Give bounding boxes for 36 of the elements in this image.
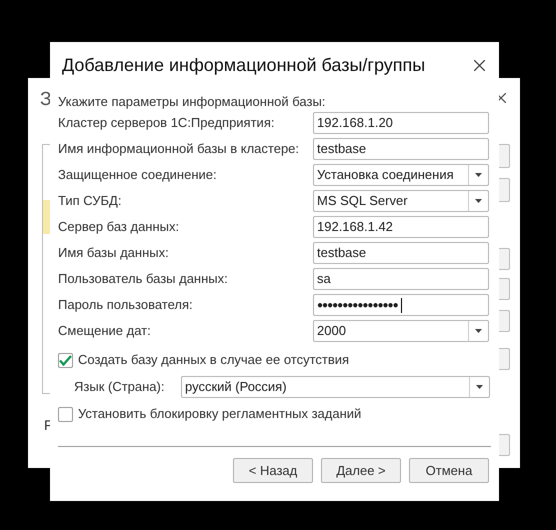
field-label: Пароль пользователя: [58, 296, 193, 314]
window-title: З [40, 88, 52, 112]
dropdown-caret-icon [475, 199, 482, 203]
dropdown-caret-icon [475, 329, 482, 333]
text-field[interactable]: testbase [313, 242, 489, 264]
dialog-title: Добавление информационной базы/группы [62, 54, 426, 77]
dropdown-caret-icon [475, 173, 482, 177]
dialog-button[interactable]: Отмена [409, 458, 489, 483]
field-label: Пользователь базы данных: [58, 270, 228, 288]
checkbox-label: Создать базу данных в случае ее отсутствия [78, 351, 350, 370]
checkbox[interactable] [58, 406, 73, 422]
field-label: Имя базы данных: [58, 244, 169, 262]
field-label: Сервер баз данных: [58, 218, 180, 236]
dropdown-field[interactable]: русский (Россия) [181, 376, 490, 398]
dropdown-field[interactable]: MS SQL Server [313, 190, 489, 212]
text-field[interactable]: 192.168.1.20 [313, 112, 489, 134]
field-label: Тип СУБД: [58, 192, 122, 210]
checkbox-label: Установить блокировку регламентных заданий [78, 405, 362, 424]
dropdown-caret-icon [476, 385, 483, 389]
checkmark-icon [59, 354, 72, 366]
field-label: Защищенное соединение: [58, 166, 217, 184]
dialog-button[interactable]: Далее > [321, 458, 401, 483]
dropdown-field[interactable]: Установка соединения [313, 164, 489, 186]
close-icon[interactable] [474, 60, 485, 70]
text-field[interactable]: sa [313, 268, 489, 290]
field-label: Имя информационной базы в кластере: [58, 140, 300, 158]
checkbox[interactable] [58, 352, 73, 368]
text-field[interactable]: 192.168.1.42 [313, 216, 489, 238]
prompt-text: Укажите параметры информационной базы: [58, 93, 326, 111]
dropdown-field[interactable]: 2000 [313, 320, 489, 342]
field-label: Смещение дат: [58, 322, 151, 340]
password-field[interactable]: ●●●●●●●●●●●●●●●● [313, 294, 489, 316]
field-label: Язык (Страна): [74, 378, 166, 396]
text-field[interactable]: testbase [313, 138, 489, 160]
field-label: Кластер серверов 1С:Предприятия: [58, 114, 274, 132]
dialog-button[interactable]: < Назад [233, 458, 313, 483]
